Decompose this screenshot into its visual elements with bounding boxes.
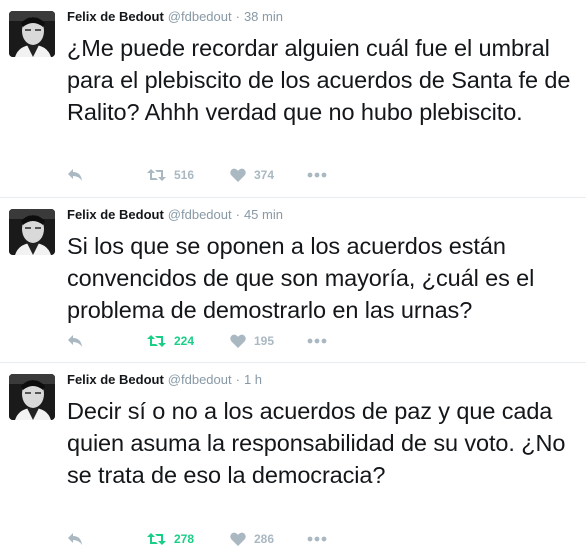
author-name[interactable]: Felix de Bedout [67,372,164,387]
tweet-header: Felix de Bedout @fdbedout · 38 min [67,8,283,26]
reply-button[interactable] [67,332,83,350]
tweet-header: Felix de Bedout @fdbedout · 1 h [67,371,262,389]
timestamp[interactable]: 45 min [244,207,283,222]
more-icon [307,172,327,178]
reply-button[interactable] [67,530,83,548]
like-count: 374 [254,168,275,182]
reply-icon [68,335,82,347]
like-button[interactable]: 286 [230,530,274,548]
retweet-icon [147,335,166,347]
retweet-button[interactable]: 224 [147,332,194,350]
retweet-icon [147,533,166,545]
like-button[interactable]: 374 [230,166,274,184]
author-handle[interactable]: @fdbedout [168,9,232,24]
reply-button[interactable] [67,166,83,184]
reply-icon [68,169,82,181]
like-count: 195 [254,334,275,348]
retweet-icon [147,169,166,181]
more-button[interactable] [307,332,327,350]
more-icon [307,536,327,542]
retweet-count: 224 [174,334,195,348]
like-button[interactable]: 195 [230,332,274,350]
avatar[interactable] [9,11,55,57]
tweet-header: Felix de Bedout @fdbedout · 45 min [67,206,283,224]
tweet[interactable]: Felix de Bedout @fdbedout · 1 h Decir sí o … [0,363,586,553]
separator: · [235,9,240,24]
retweet-count: 278 [174,532,195,546]
like-icon [230,334,246,348]
author-name[interactable]: Felix de Bedout [67,207,164,222]
tweet[interactable]: Felix de Bedout @fdbedout · 38 min ¿Me pued… [0,0,586,198]
like-count: 286 [254,532,275,546]
more-button[interactable] [307,166,327,184]
avatar[interactable] [9,374,55,420]
like-icon [230,168,246,182]
tweet[interactable]: Felix de Bedout @fdbedout · 45 min Si los q… [0,198,586,363]
reply-icon [68,533,82,545]
separator: · [235,372,240,387]
tweet-text: Decir sí o no a los acuerdos de paz y qu… [67,398,566,488]
retweet-button[interactable]: 278 [147,530,194,548]
more-icon [307,338,327,344]
author-handle[interactable]: @fdbedout [168,372,232,387]
retweet-count: 516 [174,168,195,182]
timestamp[interactable]: 1 h [244,372,262,387]
retweet-button[interactable]: 516 [147,166,194,184]
author-name[interactable]: Felix de Bedout [67,9,164,24]
avatar[interactable] [9,209,55,255]
author-handle[interactable]: @fdbedout [168,207,232,222]
separator: · [235,207,240,222]
tweet-text: ¿Me puede recordar alguien cuál fue el u… [67,35,571,125]
more-button[interactable] [307,530,327,548]
like-icon [230,532,246,546]
timestamp[interactable]: 38 min [244,9,283,24]
tweet-text: Si los que se oponen a los acuerdos está… [67,233,535,323]
